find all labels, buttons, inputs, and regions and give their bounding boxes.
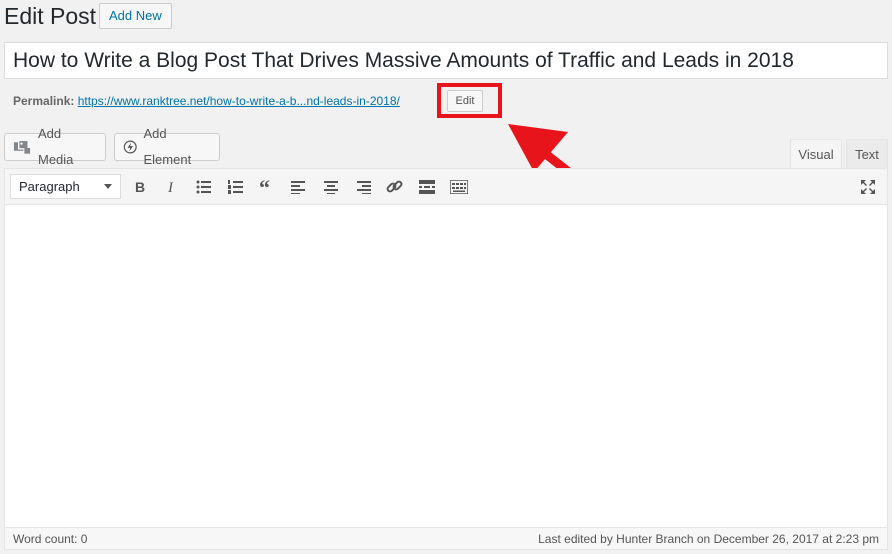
add-media-button[interactable]: Add Media	[4, 126, 106, 167]
svg-text:B: B	[135, 180, 145, 194]
svg-text:“: “	[259, 180, 270, 194]
format-select-value: Paragraph	[19, 179, 80, 194]
fullscreen-icon[interactable]	[856, 175, 880, 199]
permalink-label: Permalink:	[13, 94, 75, 108]
chevron-down-icon	[104, 184, 112, 189]
tab-text[interactable]: Text	[846, 139, 888, 169]
toolbar-toggle-icon[interactable]	[447, 175, 471, 199]
align-right-icon[interactable]	[351, 175, 375, 199]
add-media-label: Add Media	[37, 126, 74, 167]
read-more-icon[interactable]	[415, 175, 439, 199]
format-select[interactable]: Paragraph	[10, 174, 121, 199]
editor-content-area[interactable]	[5, 206, 887, 526]
italic-icon[interactable]: I	[160, 175, 184, 199]
tab-visual[interactable]: Visual	[790, 139, 842, 169]
editor-statusbar: Word count: 0 Last edited by Hunter Bran…	[5, 527, 887, 549]
link-icon[interactable]	[383, 175, 407, 199]
permalink-row: Permalink: https://www.ranktree.net/how-…	[13, 92, 400, 112]
svg-text:I: I	[167, 180, 174, 194]
blockquote-icon[interactable]: “	[255, 175, 279, 199]
numbered-list-icon[interactable]	[224, 175, 248, 199]
align-left-icon[interactable]	[287, 175, 311, 199]
align-center-icon[interactable]	[319, 175, 343, 199]
add-media-icon	[13, 139, 31, 154]
post-title-input[interactable]: How to Write a Blog Post That Drives Mas…	[4, 42, 888, 79]
last-edited: Last edited by Hunter Branch on December…	[538, 532, 879, 546]
lightning-icon	[123, 140, 137, 154]
page-title: Edit Post	[4, 3, 97, 29]
add-new-button[interactable]: Add New	[99, 3, 172, 29]
bold-icon[interactable]: B	[128, 175, 152, 199]
bullet-list-icon[interactable]	[192, 175, 216, 199]
add-element-button[interactable]: Add Element	[114, 126, 220, 167]
permalink-link[interactable]: https://www.ranktree.net/how-to-write-a-…	[78, 94, 400, 108]
word-count: Word count: 0	[13, 532, 88, 546]
add-element-label: Add Element	[143, 126, 192, 167]
